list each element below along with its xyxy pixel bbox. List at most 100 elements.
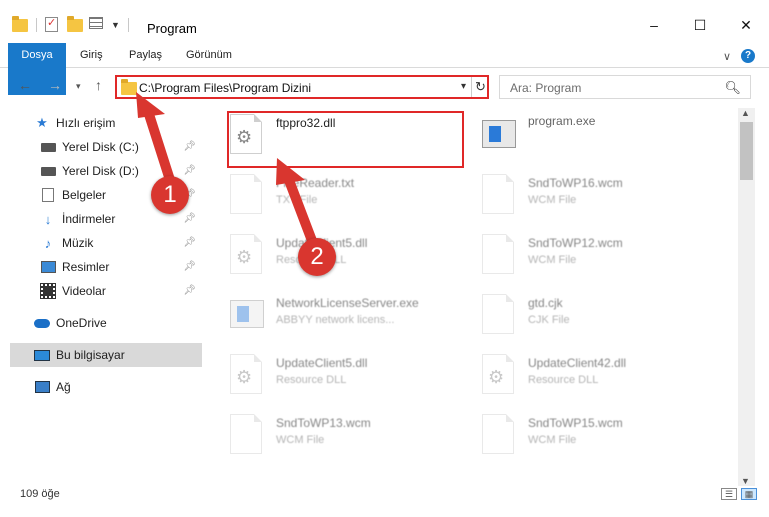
sidebar-item-quick-access[interactable]: ★ Hızlı erişim: [0, 111, 202, 135]
properties-check-icon[interactable]: [45, 16, 61, 33]
file-type: Resource DLL: [276, 374, 347, 386]
scroll-down-icon[interactable]: ▼: [741, 476, 750, 486]
sidebar-item-label: Bu bilgisayar: [56, 348, 125, 362]
step-marker-1: 1: [151, 176, 189, 214]
list-item[interactable]: ⚙ UpdateClient5.dll Resource DLL: [210, 348, 450, 400]
sidebar-item-pictures[interactable]: Resimler 📌︎: [0, 255, 202, 279]
list-item[interactable]: SndToWP13.wcm WCM File: [210, 408, 450, 460]
blank-file-icon: [482, 174, 516, 214]
file-type: CJK File: [528, 314, 570, 326]
drive-icon: [40, 140, 56, 154]
sidebar-item-label: Belgeler: [62, 188, 107, 202]
title-bar: ▼ Program – ☐ ✕: [0, 0, 769, 43]
close-button[interactable]: ✕: [723, 10, 769, 40]
sidebar-item-label: OneDrive: [56, 316, 107, 330]
search-placeholder: Ara: Program: [510, 81, 582, 95]
details-view-button[interactable]: ☰: [721, 488, 737, 500]
refresh-button[interactable]: ↻: [471, 77, 489, 97]
blank-file-icon: [482, 294, 516, 334]
step-marker-2: 2: [298, 238, 336, 276]
up-button[interactable]: ↑: [95, 77, 102, 93]
sidebar-item-label: Resimler: [62, 260, 110, 274]
file-list: ⚙ ftppro32.dll program.exe FineReader.tx…: [210, 108, 738, 464]
file-type: TXT File: [276, 194, 318, 206]
file-type: WCM File: [528, 194, 577, 206]
blank-file-icon: [482, 414, 516, 454]
list-item[interactable]: program.exe: [462, 108, 702, 160]
maximize-button[interactable]: ☐: [677, 10, 723, 40]
list-item[interactable]: NetworkLicenseServer.exe ABBYY network l…: [210, 288, 450, 340]
folder-icon: [12, 16, 28, 33]
minimize-button[interactable]: –: [631, 10, 677, 40]
item-count: 109 öğe: [20, 488, 60, 500]
list-item[interactable]: ⚙ UpdateClient42.dll Resource DLL: [462, 348, 702, 400]
sidebar-item-videos[interactable]: Videolar 📌︎: [0, 279, 202, 303]
list-item[interactable]: FineReader.txt TXT File: [210, 168, 450, 220]
file-name: SndToWP16.wcm: [528, 176, 623, 190]
sidebar-item-network[interactable]: Ağ: [0, 375, 202, 399]
drive-icon: [40, 164, 56, 178]
pin-icon[interactable]: 📌︎: [183, 261, 196, 272]
list-item[interactable]: SndToWP16.wcm WCM File: [462, 168, 702, 220]
scroll-thumb[interactable]: [740, 122, 753, 180]
back-button[interactable]: ←: [18, 77, 32, 93]
ribbon-right-controls: ∨ ?: [723, 49, 755, 63]
highlight-box: [227, 111, 464, 168]
file-type: WCM File: [528, 254, 577, 266]
pin-icon[interactable]: 📌︎: [183, 141, 196, 152]
pin-icon[interactable]: 📌︎: [183, 213, 196, 224]
chevron-down-icon[interactable]: ∨: [723, 50, 731, 63]
large-icons-view-button[interactable]: ▦: [741, 488, 757, 500]
help-icon[interactable]: ?: [741, 49, 755, 63]
list-item[interactable]: gtd.cjk CJK File: [462, 288, 702, 340]
search-icon[interactable]: 🔍︎: [724, 80, 741, 96]
videos-icon: [40, 283, 56, 299]
sidebar-item-onedrive[interactable]: OneDrive: [0, 311, 202, 335]
toolbar-divider: [127, 18, 129, 32]
properties-icon[interactable]: [89, 17, 105, 33]
navigation-pane: ★ Hızlı erişim Yerel Disk (C:) 📌︎ Yerel …: [0, 108, 210, 464]
address-path[interactable]: C:\Program Files\Program Dizini: [139, 81, 311, 95]
recent-locations-button[interactable]: ▾: [76, 81, 81, 92]
sidebar-item-local-disk-c[interactable]: Yerel Disk (C:) 📌︎: [0, 135, 202, 159]
file-type: Resource DLL: [528, 374, 599, 386]
scroll-up-icon[interactable]: ▲: [741, 108, 750, 118]
address-dropdown-icon[interactable]: ▾: [461, 81, 466, 92]
sidebar-item-music[interactable]: ♪ Müzik 📌︎: [0, 231, 202, 255]
new-folder-icon[interactable]: [67, 16, 83, 33]
pin-icon[interactable]: 📌︎: [183, 237, 196, 248]
customize-toolbar-chevron-icon[interactable]: ▼: [111, 20, 120, 30]
search-input[interactable]: Ara: Program 🔍︎: [499, 75, 751, 99]
tab-share[interactable]: Paylaş: [129, 43, 162, 68]
address-bar[interactable]: C:\Program Files\Program Dizini ▾ ↻: [115, 75, 489, 99]
ribbon-tabs: Dosya Giriş Paylaş Görünüm ∨ ?: [0, 43, 769, 95]
file-name: UpdateClient42.dll: [528, 356, 627, 370]
sidebar-item-label: Ağ: [56, 380, 71, 394]
view-switcher: ☰ ▦: [721, 488, 757, 500]
pin-icon[interactable]: 📌︎: [183, 285, 196, 296]
file-name: SndToWP12.wcm: [528, 236, 623, 250]
file-type: ABBYY network licens...: [276, 314, 395, 326]
navigation-bar: ← → ▾ ↑ C:\Program Files\Program Dizini …: [0, 70, 769, 102]
pin-icon[interactable]: 📌︎: [183, 165, 196, 176]
list-item[interactable]: SndToWP15.wcm WCM File: [462, 408, 702, 460]
exe-icon: [230, 294, 264, 334]
forward-button[interactable]: →: [48, 77, 62, 93]
dll-gear-icon: ⚙: [482, 354, 516, 394]
music-icon: ♪: [44, 235, 52, 251]
status-bar: 109 öğe ☰ ▦: [0, 486, 769, 517]
sidebar-item-label: Yerel Disk (C:): [62, 140, 139, 154]
sidebar-item-label: Videolar: [62, 284, 106, 298]
window-controls: – ☐ ✕: [631, 10, 769, 40]
sidebar-item-label: İndirmeler: [62, 212, 116, 226]
tab-home[interactable]: Giriş: [80, 43, 103, 68]
sidebar-item-this-pc[interactable]: Bu bilgisayar: [10, 343, 202, 367]
file-name: program.exe: [528, 114, 596, 128]
list-item[interactable]: SndToWP12.wcm WCM File: [462, 228, 702, 280]
file-type: WCM File: [276, 434, 325, 446]
tab-view[interactable]: Görünüm: [186, 43, 232, 68]
text-file-icon: [230, 174, 264, 214]
sidebar-item-label: Müzik: [62, 236, 94, 250]
dll-gear-icon: ⚙: [230, 354, 264, 394]
vertical-scrollbar[interactable]: ▲ ▼: [738, 108, 755, 486]
